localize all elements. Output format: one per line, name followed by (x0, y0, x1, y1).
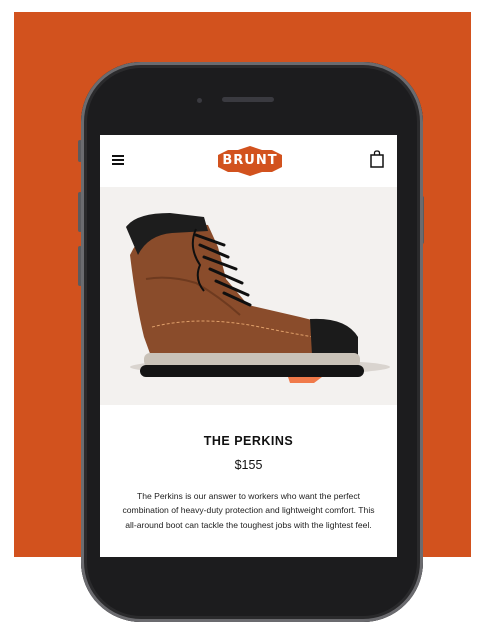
boot-image (126, 213, 390, 383)
product-title: THE PERKINS (203, 434, 294, 448)
phone-screen: BRUNT THE PERKINS $155 The Perkins is ou… (100, 135, 397, 557)
shopping-bag-icon[interactable] (370, 150, 384, 168)
front-camera (197, 98, 202, 103)
product-info: THE PERKINS $155 The Perkins is our answ… (100, 405, 397, 557)
product-price: $155 (234, 458, 263, 472)
product-image-area (100, 187, 397, 405)
product-description: The Perkins is our answer to workers who… (122, 491, 375, 530)
logo-text: BRUNT (222, 153, 278, 168)
earpiece-speaker (222, 97, 274, 102)
brunt-logo[interactable]: BRUNT (218, 146, 282, 176)
hamburger-menu-icon[interactable] (112, 155, 124, 165)
top-navigation-bar: BRUNT (100, 135, 397, 187)
